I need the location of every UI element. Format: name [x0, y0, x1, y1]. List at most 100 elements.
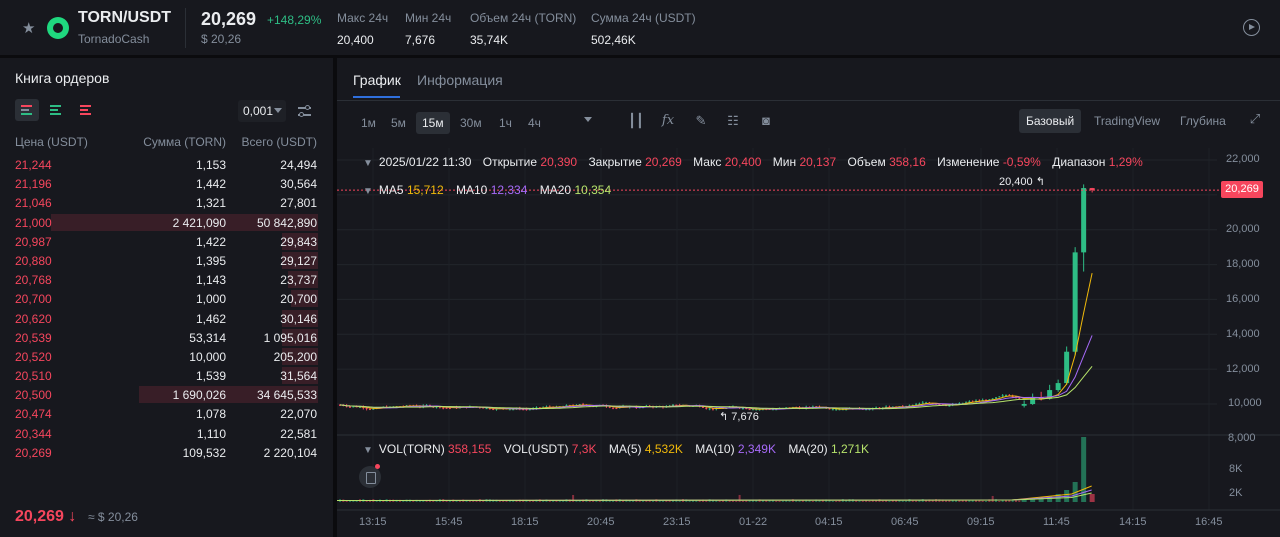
calculator-icon[interactable]: [359, 466, 381, 488]
volume-bar: [598, 500, 601, 502]
volume-bar: [788, 500, 791, 502]
volume-bar: [895, 500, 898, 502]
low-marker-value: 7,676: [731, 411, 759, 423]
candle-body: [348, 406, 351, 408]
candle-body: [1081, 188, 1087, 253]
volume-bar: [502, 500, 505, 502]
play-icon[interactable]: [1243, 19, 1260, 36]
ask-row[interactable]: 20,987 1,422 29,843: [0, 232, 333, 251]
ask-row[interactable]: 20,768 1,143 23,737: [0, 270, 333, 289]
ask-row[interactable]: 20,510 1,539 31,564: [0, 366, 333, 385]
change-percent: +148,29%: [267, 13, 322, 27]
ask-row[interactable]: 20,520 10,000 205,200: [0, 347, 333, 366]
volume-bar: [642, 500, 645, 502]
order-book-panel: Книга ордеров 0,001 Цена (USDT) Сумма (T…: [0, 58, 333, 537]
chevron-down-icon[interactable]: ▼: [363, 186, 373, 197]
candlestick-chart[interactable]: [337, 58, 1280, 537]
volume-bar: [622, 500, 625, 502]
volume-bar: [868, 500, 871, 502]
ask-row[interactable]: 20,269 109,532 2 220,104: [0, 443, 333, 462]
volume-bar: [811, 500, 814, 502]
ask-amount: 1,539: [195, 369, 226, 384]
chevron-down-icon[interactable]: ▼: [363, 445, 373, 456]
ask-amount: 1,442: [195, 177, 226, 192]
ask-row[interactable]: 20,539 53,314 1 095,016: [0, 328, 333, 347]
book-mode-both-button[interactable]: [15, 99, 39, 121]
volume-legend: ▼ VOL(TORN) 358,155 VOL(USDT) 7,3K MA(5) …: [363, 442, 869, 456]
ask-total: 1 095,016: [263, 330, 317, 345]
arrow-down-icon: ↓: [68, 508, 77, 525]
tornado-logo-icon: [47, 17, 69, 39]
volume-bar: [558, 500, 561, 502]
ask-row[interactable]: 21,046 1,321 27,801: [0, 193, 333, 212]
vol-ma20-label: MA(20): [788, 442, 828, 456]
ma5-line: [339, 272, 1093, 410]
low-label: Мин: [772, 155, 797, 169]
ma20-value: 10,354: [574, 183, 612, 197]
ask-row[interactable]: 20,620 1,462 30,146: [0, 309, 333, 328]
ask-price: 20,520: [15, 349, 52, 364]
candle-body: [1072, 252, 1078, 352]
ask-price: 20,269: [15, 445, 52, 460]
candle-body: [1030, 397, 1036, 404]
volume-bar: [945, 500, 948, 502]
ask-total: 22,070: [280, 407, 317, 422]
volume-bar: [1008, 500, 1011, 502]
stat-high-24h: Макс 24ч 20,400: [337, 11, 388, 47]
y-tick-label: 18,000: [1226, 258, 1260, 270]
volume-bar: [855, 500, 858, 502]
ask-total: 205,200: [273, 349, 317, 364]
ma10-line: [339, 335, 1093, 410]
stat-value: 502,46K: [591, 33, 636, 47]
stat-value: 20,400: [337, 33, 374, 47]
vol-ma10-label: MA(10): [695, 442, 735, 456]
volume-bar: [555, 500, 558, 502]
vol-usdt-value: 7,3K: [571, 442, 597, 456]
tick-size-select[interactable]: 0,001: [238, 100, 286, 122]
ma20-label: MA20: [539, 183, 572, 197]
book-mode-bids-button[interactable]: [44, 99, 68, 121]
ask-total: 30,564: [280, 177, 317, 192]
chevron-down-icon: [274, 108, 282, 113]
ma-legend: ▼ MA5 15,712 MA10 12,334 MA20 10,354: [363, 183, 611, 197]
volume-bar: [1018, 500, 1021, 502]
candle-body: [612, 407, 615, 409]
y-tick-label: 8,000: [1228, 432, 1256, 444]
volume-bar: [775, 500, 778, 502]
x-tick-label: 06:45: [891, 516, 919, 528]
ask-row[interactable]: 21,196 1,442 30,564: [0, 174, 333, 193]
high-marker-value: 20,400: [999, 176, 1033, 188]
candle-body: [705, 407, 708, 409]
ask-price: 20,500: [15, 388, 52, 403]
ask-row[interactable]: 20,880 1,395 29,127: [0, 251, 333, 270]
book-settings-icon[interactable]: [296, 103, 314, 119]
ask-row[interactable]: 20,500 1 690,026 34 645,533: [0, 385, 333, 404]
ask-total: 30,146: [280, 311, 317, 326]
favorite-star-icon[interactable]: ★: [22, 19, 35, 37]
change-label: Изменение: [937, 155, 1000, 169]
stat-low-24h: Мин 24ч 7,676: [405, 11, 451, 47]
ask-row[interactable]: 20,700 1,000 20,700: [0, 289, 333, 308]
volume-bar: [738, 494, 741, 502]
ask-row[interactable]: 21,244 1,153 24,494: [0, 155, 333, 174]
stat-label: Мин 24ч: [405, 11, 452, 25]
volume-bar: [662, 500, 665, 502]
chevron-down-icon[interactable]: ▼: [363, 158, 373, 169]
ask-row[interactable]: 20,344 1,110 22,581: [0, 424, 333, 443]
vol-usdt-label: VOL(USDT): [503, 442, 569, 456]
candle-body: [615, 408, 618, 410]
volume-bar: [572, 494, 575, 502]
open-value: 20,390: [540, 155, 578, 169]
candle-body: [508, 409, 511, 411]
volume-value: 358,16: [889, 155, 926, 169]
ask-row[interactable]: 21,000 2 421,090 50 842,890: [0, 213, 333, 232]
vol-torn-label: VOL(TORN): [378, 442, 445, 456]
book-last-price-usd: ≈ $ 20,26: [88, 510, 138, 524]
x-tick-label: 18:15: [511, 516, 539, 528]
volume-bar: [781, 500, 784, 502]
pair-symbol[interactable]: TORN/USDT: [78, 9, 171, 27]
candle-body: [998, 396, 1001, 398]
book-mode-asks-button[interactable]: [74, 99, 98, 121]
ask-row[interactable]: 20,474 1,078 22,070: [0, 404, 333, 423]
candle-body: [442, 407, 445, 409]
